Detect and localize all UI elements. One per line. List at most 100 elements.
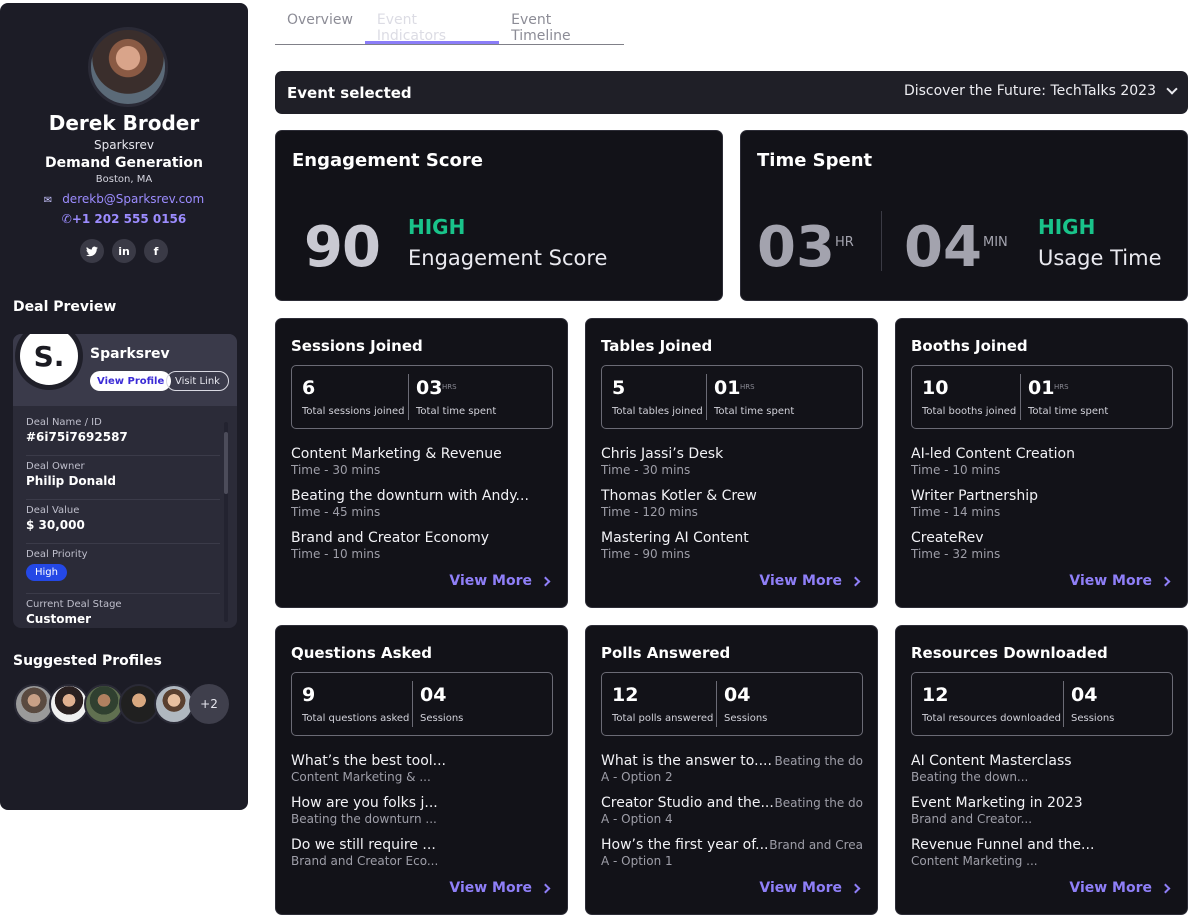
avatar[interactable] (154, 684, 194, 724)
view-more-button[interactable]: View More (449, 573, 551, 589)
item-title: AI-led Content Creation (911, 446, 1075, 462)
stat-secondary-value: 01 (1028, 377, 1055, 399)
deal-row-value: $ 30,000 (26, 518, 85, 532)
visit-link-button[interactable]: Visit Link (166, 371, 229, 391)
stat-divider (716, 681, 717, 727)
list-item[interactable]: Revenue Funnel and the... Content Market… (911, 837, 1173, 868)
profile-email[interactable]: derekb@Sparksrev.com (62, 192, 204, 206)
list-item[interactable]: Thomas Kotler & Crew Time - 120 mins (601, 488, 863, 519)
list-item[interactable]: AI Content Masterclass Beating the down.… (911, 753, 1173, 784)
tab-bar: Overview Event Indicators Event Timeline (275, 0, 624, 45)
stat-secondary-label: Total time spent (1028, 406, 1109, 417)
company-logo: S. (20, 334, 78, 385)
chevron-right-icon[interactable] (540, 883, 551, 893)
stat-box: 12 Total polls answered 04 Sessions (601, 672, 863, 736)
list-item[interactable]: What’s the best tool... Content Marketin… (291, 753, 553, 784)
item-subtitle: Time - 30 mins (601, 463, 691, 477)
stat-secondary-label: Total time spent (416, 406, 497, 417)
list-item[interactable]: Content Marketing & Revenue Time - 30 mi… (291, 446, 553, 477)
list-item[interactable]: Writer Partnership Time - 14 mins (911, 488, 1173, 519)
item-subtitle: A - Option 4 (601, 812, 673, 826)
list-item[interactable]: Beating the downturn with Andy... Time -… (291, 488, 553, 519)
tab-event-indicators[interactable]: Event Indicators (364, 0, 500, 44)
chevron-right-icon[interactable] (850, 576, 861, 586)
card-title: Booths Joined (911, 337, 1028, 355)
list-item[interactable]: Brand and Creator Economy Time - 10 mins (291, 530, 553, 561)
view-profile-button[interactable]: View Profile (90, 371, 172, 391)
list-item[interactable]: Do we still require ... Brand and Creato… (291, 837, 553, 868)
time-hours-unit: HR (835, 235, 854, 250)
view-more-button[interactable]: View More (759, 880, 861, 896)
mail-icon: ✉ (43, 195, 53, 206)
stat-divider (1063, 681, 1064, 727)
event-dropdown[interactable]: Discover the Future: TechTalks 2023 (904, 83, 1178, 99)
view-more-button[interactable]: View More (1069, 573, 1171, 589)
stat-secondary-label: Sessions (420, 713, 464, 724)
list-item[interactable]: CreateRev Time - 32 mins (911, 530, 1173, 561)
view-more-label[interactable]: View More (759, 880, 842, 896)
deal-row-value: Customer (26, 612, 92, 626)
selected-event-name[interactable]: Discover the Future: TechTalks 2023 (904, 83, 1156, 99)
view-more-button[interactable]: View More (759, 573, 861, 589)
view-more-label[interactable]: View More (449, 573, 532, 589)
stat-box: 9 Total questions asked 04 Sessions (291, 672, 553, 736)
avatar[interactable] (119, 684, 159, 724)
chevron-down-icon[interactable] (1166, 83, 1178, 95)
engagement-level: HIGH (408, 215, 466, 239)
avatar[interactable] (84, 684, 124, 724)
list-item[interactable]: How are you folks j... Beating the downt… (291, 795, 553, 826)
stat-primary-label: Total sessions joined (302, 406, 405, 417)
view-more-button[interactable]: View More (1069, 880, 1171, 896)
item-title: Writer Partnership (911, 488, 1038, 504)
item-subtitle: Brand and Creator Eco... (291, 854, 439, 868)
list-item[interactable]: Chris Jassi’s Desk Time - 30 mins (601, 446, 863, 477)
tab-event-timeline[interactable]: Event Timeline (499, 0, 624, 44)
profile-phone-row[interactable]: ✆+1 202 555 0156 (0, 212, 248, 226)
view-more-button[interactable]: View More (449, 880, 551, 896)
time-hours-value: 03 (757, 215, 835, 280)
list-item[interactable]: How’s the first year of... A - Option 1 … (601, 837, 863, 868)
stat-primary-value: 12 (612, 684, 639, 706)
deal-row-label: Deal Priority (26, 549, 88, 560)
stat-box: 5 Total tables joined 01 HRS Total time … (601, 365, 863, 429)
twitter-icon[interactable] (80, 239, 104, 263)
tables-joined-card: Tables Joined 5 Total tables joined 01 H… (585, 318, 878, 608)
list-item[interactable]: Mastering AI Content Time - 90 mins (601, 530, 863, 561)
stat-secondary-label: Sessions (724, 713, 768, 724)
view-more-label[interactable]: View More (759, 573, 842, 589)
card-title: Tables Joined (601, 337, 713, 355)
view-more-label[interactable]: View More (449, 880, 532, 896)
chevron-right-icon[interactable] (540, 576, 551, 586)
stat-secondary-value: 04 (420, 684, 447, 706)
stat-box: 10 Total booths joined 01 HRS Total time… (911, 365, 1173, 429)
deal-row-value: Philip Donald (26, 474, 116, 488)
item-title: Mastering AI Content (601, 530, 749, 546)
stat-box: 6 Total sessions joined 03 HRS Total tim… (291, 365, 553, 429)
profile-phone[interactable]: +1 202 555 0156 (72, 212, 186, 226)
linkedin-icon[interactable]: in (112, 239, 136, 263)
stat-secondary-value: 04 (1071, 684, 1098, 706)
avatar[interactable] (14, 684, 54, 724)
item-subtitle: Content Marketing ... (911, 854, 1038, 868)
view-more-label[interactable]: View More (1069, 880, 1152, 896)
list-item[interactable]: AI-led Content Creation Time - 10 mins (911, 446, 1173, 477)
view-more-label[interactable]: View More (1069, 573, 1152, 589)
item-session: Brand and Crea (769, 838, 863, 852)
chevron-right-icon[interactable] (1160, 576, 1171, 586)
item-subtitle: Time - 10 mins (291, 547, 381, 561)
sessions-joined-card: Sessions Joined 6 Total sessions joined … (275, 318, 568, 608)
deal-scrollbar-thumb[interactable] (224, 432, 228, 494)
chevron-right-icon[interactable] (850, 883, 861, 893)
stat-box: 12 Total resources downloaded 04 Session… (911, 672, 1173, 736)
item-title: What’s the best tool... (291, 753, 446, 769)
avatar[interactable] (49, 684, 89, 724)
list-item[interactable]: What is the answer to..... A - Option 2 … (601, 753, 863, 784)
more-profiles-count[interactable]: +2 (189, 684, 229, 724)
profile-email-row[interactable]: ✉ derekb@Sparksrev.com (0, 192, 248, 206)
list-item[interactable]: Event Marketing in 2023 Brand and Creato… (911, 795, 1173, 826)
deal-row-name: Deal Name / ID #6i75i7692587 (26, 412, 220, 456)
tab-overview[interactable]: Overview (275, 0, 365, 44)
facebook-icon[interactable]: f (144, 239, 168, 263)
list-item[interactable]: Creator Studio and the... A - Option 4 B… (601, 795, 863, 826)
chevron-right-icon[interactable] (1160, 883, 1171, 893)
